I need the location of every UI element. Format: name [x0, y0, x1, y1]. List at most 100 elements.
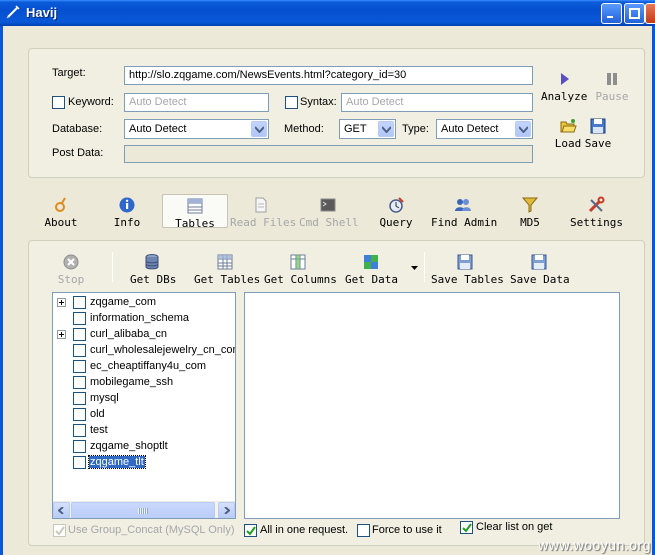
database-tree[interactable]: zqgame_com information_schema curl_alibaba…: [52, 292, 236, 519]
tree-item[interactable]: zqgame_com: [53, 295, 235, 311]
postdata-label: Post Data:: [52, 147, 104, 159]
scroll-right-button[interactable]: [218, 502, 235, 518]
tree-item-checkbox[interactable]: [73, 312, 86, 325]
method-select[interactable]: GET: [339, 119, 396, 139]
funnel-icon: [521, 197, 539, 213]
tree-item-checkbox[interactable]: [73, 392, 86, 405]
expand-icon[interactable]: [57, 330, 66, 339]
get-tables-button[interactable]: Get Tables: [194, 253, 260, 286]
syntax-input[interactable]: Auto Detect: [341, 93, 533, 112]
tree-item-label: mobilegame_ssh: [90, 376, 174, 388]
checkmark-icon: [462, 523, 472, 533]
find-admin-button[interactable]: Find Admin: [431, 196, 497, 229]
stop-icon: [63, 254, 79, 270]
clear-list-label: Clear list on get: [476, 521, 553, 533]
syntax-checkbox[interactable]: [285, 96, 298, 109]
info-label: Info: [113, 216, 141, 229]
chevron-down-icon: [378, 121, 394, 137]
tree-item-checkbox[interactable]: [73, 344, 86, 357]
tree-item-checkbox[interactable]: [73, 424, 86, 437]
table-icon: [187, 198, 203, 214]
stop-button[interactable]: Stop: [57, 253, 85, 286]
group-concat-checkbox[interactable]: [53, 524, 66, 537]
file-icon: [255, 197, 267, 213]
about-label: About: [44, 216, 78, 229]
tree-item-checkbox[interactable]: [73, 408, 86, 421]
about-button[interactable]: About: [44, 196, 78, 229]
tree-item-checkbox[interactable]: [73, 296, 86, 309]
tree-item[interactable]: mobilegame_ssh: [53, 375, 235, 391]
info-button[interactable]: Info: [112, 196, 142, 229]
tree-item-checkbox[interactable]: [73, 360, 86, 373]
tree-item-checkbox[interactable]: [73, 440, 86, 453]
get-tables-label: Get Tables: [194, 273, 261, 286]
columns-icon: [290, 254, 306, 270]
tree-item[interactable]: old: [53, 407, 235, 423]
tree-item[interactable]: zqgame_shoptlt: [53, 439, 235, 455]
query-button[interactable]: Query: [378, 196, 414, 229]
postdata-input[interactable]: [124, 145, 533, 163]
tree-item-label: test: [90, 424, 108, 436]
settings-button[interactable]: Settings: [570, 196, 623, 229]
target-input[interactable]: http://slo.zqgame.com/NewsEvents.html?ca…: [124, 66, 533, 85]
toolbar-separator: [112, 252, 113, 282]
query-label: Query: [379, 216, 413, 229]
maximize-button[interactable]: [624, 3, 645, 24]
group-concat-label: Use Group_Concat (MySQL Only): [68, 524, 235, 536]
get-dbs-button[interactable]: Get DBs: [130, 253, 176, 286]
database-select[interactable]: Auto Detect: [124, 119, 269, 139]
tree-item-checkbox[interactable]: [73, 456, 86, 469]
chevron-right-icon: [224, 507, 230, 514]
play-icon: [561, 73, 569, 85]
analyze-button[interactable]: Analyze: [541, 70, 587, 103]
type-select[interactable]: Auto Detect: [436, 119, 533, 139]
keyword-checkbox[interactable]: [52, 96, 65, 109]
cmd-shell-button[interactable]: Cmd Shell: [299, 196, 359, 229]
read-files-label: Read Files: [230, 216, 297, 229]
force-label: Force to use it: [372, 524, 442, 536]
clear-list-checkbox[interactable]: [460, 521, 473, 534]
tables-label: Tables: [175, 217, 215, 230]
save-data-button[interactable]: Save Data: [510, 253, 570, 286]
tree-item-checkbox[interactable]: [73, 376, 86, 389]
horizontal-scrollbar[interactable]: [53, 501, 235, 518]
get-data-dropdown-icon[interactable]: [411, 266, 418, 270]
pause-button[interactable]: Pause: [594, 70, 630, 103]
tree-item[interactable]: mysql: [53, 391, 235, 407]
analyze-label: Analyze: [541, 90, 588, 103]
get-data-button[interactable]: Get Data: [345, 253, 398, 286]
tree-item[interactable]: curl_wholesalejewelry_cn_com: [53, 343, 235, 359]
tree-item-label: curl_alibaba_cn: [90, 328, 168, 340]
tree-item-checkbox[interactable]: [73, 328, 86, 341]
data-view[interactable]: [244, 292, 620, 519]
tree-item-label: curl_wholesalejewelry_cn_com: [90, 344, 236, 356]
checkmark-icon: [55, 526, 65, 536]
tables-tab[interactable]: Tables: [162, 194, 228, 230]
minimize-button[interactable]: [601, 3, 622, 24]
expand-icon[interactable]: [57, 298, 66, 307]
cmd-shell-label: Cmd Shell: [299, 216, 359, 229]
scroll-thumb[interactable]: [71, 502, 215, 518]
save-tables-button[interactable]: Save Tables: [431, 253, 504, 286]
md5-button[interactable]: MD5: [518, 196, 542, 229]
load-button[interactable]: Load: [554, 117, 582, 150]
tree-item[interactable]: information_schema: [53, 311, 235, 327]
tree-item[interactable]: test: [53, 423, 235, 439]
save-button[interactable]: Save: [584, 117, 612, 150]
tree-item[interactable]: zqgame_tlt: [53, 455, 235, 471]
read-files-button[interactable]: Read Files: [230, 196, 296, 229]
tree-item-label: mysql: [90, 392, 119, 404]
md5-label: MD5: [520, 216, 540, 229]
all-in-one-checkbox[interactable]: [244, 524, 257, 537]
get-columns-button[interactable]: Get Columns: [264, 253, 337, 286]
tree-item-label: old: [90, 408, 105, 420]
tree-item[interactable]: curl_alibaba_cn: [53, 327, 235, 343]
stop-label: Stop: [57, 273, 85, 286]
close-button[interactable]: [645, 3, 655, 24]
scroll-left-button[interactable]: [53, 502, 70, 518]
tree-item[interactable]: ec_cheaptiffany4u_com: [53, 359, 235, 375]
tree-item-label: zqgame_shoptlt: [90, 440, 168, 452]
chevron-down-icon: [515, 121, 531, 137]
keyword-input[interactable]: Auto Detect: [124, 93, 269, 112]
force-checkbox[interactable]: [357, 524, 370, 537]
